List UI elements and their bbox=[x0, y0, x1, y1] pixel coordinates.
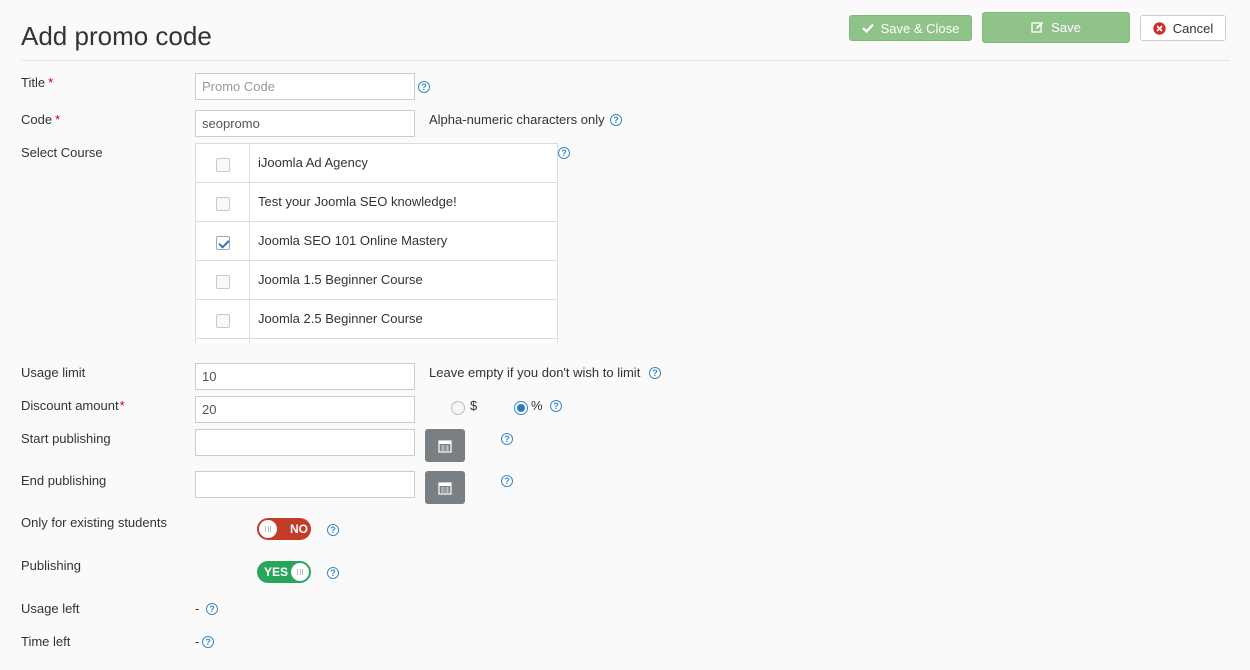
course-row: Joomla 1.5 Beginner Course bbox=[196, 261, 557, 300]
course-name: Joomla 2.5 Beginner Course bbox=[258, 310, 423, 326]
header-divider bbox=[21, 60, 1230, 61]
only-existing-toggle[interactable]: NO bbox=[257, 518, 311, 540]
code-input[interactable] bbox=[195, 110, 415, 137]
toggle-state: NO bbox=[290, 522, 308, 536]
title-label: Title * bbox=[21, 75, 54, 90]
course-row: Joomla 2.5 Beginner Course bbox=[196, 300, 557, 339]
start-calendar-button[interactable] bbox=[425, 429, 465, 462]
course-checkbox[interactable] bbox=[215, 313, 230, 328]
help-icon[interactable]: ? bbox=[558, 147, 570, 159]
usage-left-label: Usage left bbox=[21, 601, 80, 616]
help-icon[interactable]: ? bbox=[327, 524, 339, 536]
end-publishing-input[interactable] bbox=[195, 471, 415, 498]
help-icon[interactable]: ? bbox=[649, 367, 661, 379]
save-close-label: Save & Close bbox=[880, 20, 960, 36]
time-left-value: - bbox=[195, 634, 200, 649]
course-checkbox[interactable] bbox=[215, 235, 230, 250]
cancel-button[interactable]: Cancel bbox=[1140, 15, 1226, 41]
page-title: Add promo code bbox=[21, 21, 212, 51]
title-input[interactable] bbox=[195, 73, 415, 100]
help-icon[interactable]: ? bbox=[501, 433, 513, 445]
code-label: Code * bbox=[21, 112, 61, 127]
course-list[interactable]: iJoomla Ad Agency Test your Joomla SEO k… bbox=[195, 143, 558, 343]
course-name: Test your Joomla SEO knowledge! bbox=[258, 193, 457, 209]
course-row: Joomla SEO 101 Online Mastery bbox=[196, 222, 557, 261]
calendar-icon bbox=[438, 481, 452, 495]
only-existing-label: Only for existing students bbox=[21, 515, 167, 530]
cancel-label: Cancel bbox=[1172, 20, 1214, 36]
course-checkbox[interactable] bbox=[215, 196, 230, 211]
save-close-button[interactable]: Save & Close bbox=[849, 15, 972, 41]
end-calendar-button[interactable] bbox=[425, 471, 465, 504]
close-circle-icon bbox=[1153, 21, 1166, 35]
publishing-toggle[interactable]: YES bbox=[257, 561, 311, 583]
course-row bbox=[196, 339, 557, 343]
end-publishing-label: End publishing bbox=[21, 473, 107, 488]
save-button[interactable]: Save bbox=[982, 12, 1130, 43]
help-icon[interactable]: ? bbox=[418, 81, 430, 93]
course-name: iJoomla Ad Agency bbox=[258, 154, 368, 170]
edit-icon bbox=[1031, 21, 1044, 33]
select-course-label: Select Course bbox=[21, 145, 103, 160]
discount-dollar-label: $ bbox=[470, 398, 478, 413]
help-icon[interactable]: ? bbox=[550, 400, 562, 412]
help-icon[interactable]: ? bbox=[202, 636, 214, 648]
start-publishing-input[interactable] bbox=[195, 429, 415, 456]
course-checkbox[interactable] bbox=[215, 157, 230, 172]
course-row: iJoomla Ad Agency bbox=[196, 144, 557, 183]
discount-percent-label: % bbox=[531, 398, 543, 413]
start-publishing-label: Start publishing bbox=[21, 431, 111, 446]
help-icon[interactable]: ? bbox=[501, 475, 513, 487]
usage-left-value: - bbox=[195, 601, 200, 616]
help-icon[interactable]: ? bbox=[206, 603, 218, 615]
discount-percent-radio[interactable] bbox=[514, 401, 528, 415]
course-name: Joomla SEO 101 Online Mastery bbox=[258, 232, 448, 248]
course-name: Joomla 1.5 Beginner Course bbox=[258, 271, 423, 287]
toggle-state: YES bbox=[264, 565, 289, 579]
help-icon[interactable]: ? bbox=[327, 567, 339, 579]
save-label: Save bbox=[1051, 20, 1081, 35]
calendar-icon bbox=[438, 439, 452, 453]
usage-limit-hint: Leave empty if you don't wish to limit bbox=[429, 365, 641, 380]
publishing-label: Publishing bbox=[21, 558, 81, 573]
discount-amount-label: Discount amount* bbox=[21, 398, 125, 413]
code-hint: Alpha-numeric characters only bbox=[429, 112, 605, 127]
time-left-label: Time left bbox=[21, 634, 71, 649]
usage-limit-label: Usage limit bbox=[21, 365, 86, 380]
help-icon[interactable]: ? bbox=[610, 114, 622, 126]
discount-amount-input[interactable] bbox=[195, 396, 415, 423]
check-icon bbox=[861, 23, 874, 33]
discount-dollar-radio[interactable] bbox=[451, 401, 465, 415]
course-row: Test your Joomla SEO knowledge! bbox=[196, 183, 557, 222]
course-checkbox[interactable] bbox=[215, 274, 230, 289]
usage-limit-input[interactable] bbox=[195, 363, 415, 390]
